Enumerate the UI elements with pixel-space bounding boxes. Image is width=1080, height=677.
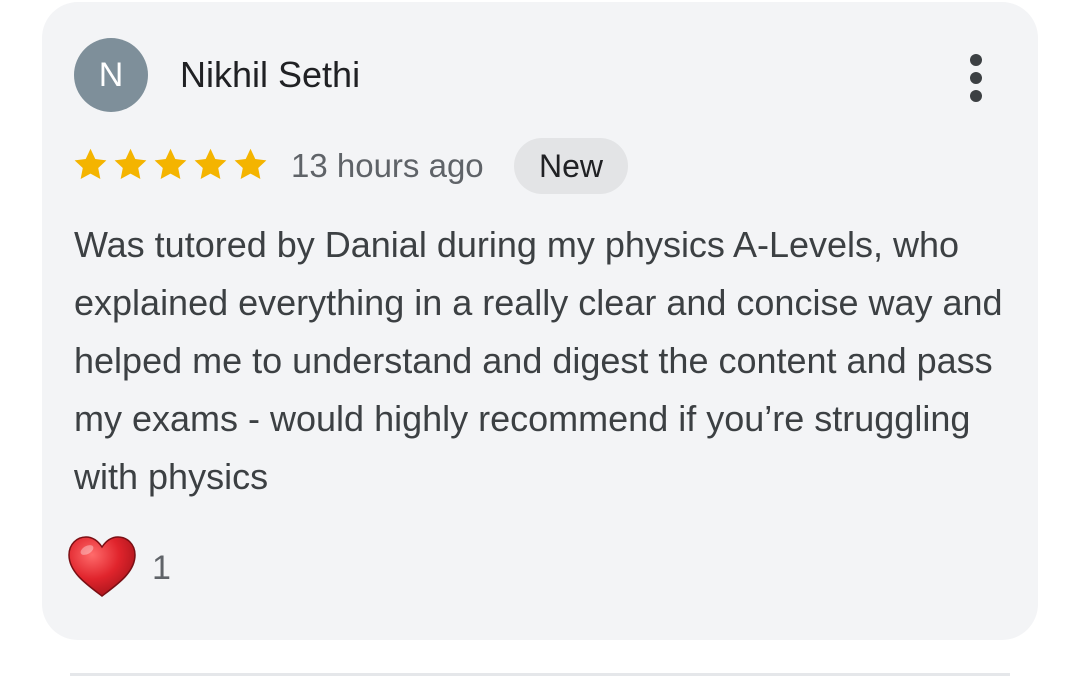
review-text: Was tutored by Danial during my physics …	[74, 224, 1003, 497]
reaction-count: 1	[152, 549, 171, 587]
heart-icon	[68, 536, 136, 597]
review-timestamp: 13 hours ago	[291, 147, 484, 184]
divider	[70, 673, 1010, 676]
new-badge: New	[514, 138, 628, 194]
reaction-button[interactable]: 1	[66, 534, 186, 600]
star-icon	[154, 148, 187, 179]
more-options-button[interactable]	[956, 50, 996, 106]
more-options-icon-dot	[970, 72, 982, 84]
star-icon	[234, 148, 267, 179]
avatar-initial: N	[98, 56, 124, 94]
star-rating	[72, 146, 269, 184]
avatar[interactable]: N	[74, 38, 148, 112]
more-options-icon-dot	[970, 90, 982, 102]
star-icon	[74, 148, 107, 179]
star-icon	[114, 148, 147, 179]
star-icon	[194, 148, 227, 179]
more-options-icon	[970, 54, 982, 66]
reviewer-name[interactable]: Nikhil Sethi	[180, 55, 360, 95]
